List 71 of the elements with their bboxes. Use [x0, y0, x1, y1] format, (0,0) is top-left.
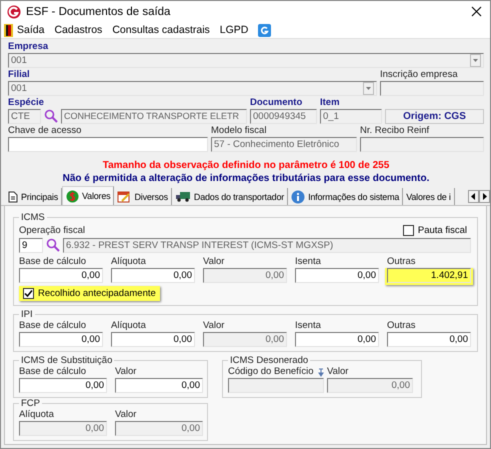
input-field[interactable]: 6.932 - PREST SERV TRANSP INTEREST (ICMS-ST MGXSP) — [63, 238, 471, 253]
field-label: Valor — [203, 320, 226, 332]
field-label: Operação fiscal — [19, 224, 86, 236]
menu-item[interactable]: Consultas cadastrais — [112, 24, 210, 36]
field-label: Base de cálculo — [19, 320, 88, 332]
money-icon — [66, 190, 80, 202]
input-field[interactable]: 0,00 — [387, 332, 471, 347]
field-label: Chave de acesso — [8, 125, 82, 137]
field-label: Item — [320, 97, 341, 109]
checkbox[interactable]: Pauta fiscal — [398, 223, 471, 238]
input-field[interactable]: 0,00 — [295, 332, 379, 347]
input-field[interactable]: 9 — [19, 238, 43, 253]
calendar-icon — [117, 190, 132, 203]
field-label: Código do Benefício — [228, 366, 314, 378]
field-label: Outras — [387, 320, 417, 332]
field-label: Valor — [115, 366, 138, 378]
field-label: Valor — [327, 366, 348, 378]
door-exit-icon — [4, 24, 13, 36]
warning-text: Tamanho da observação definido no parâmetro é 100 de 255 — [102, 160, 390, 172]
field-label: Inscrição empresa — [380, 69, 459, 81]
window-title: ESF - Documentos de saída — [26, 6, 172, 18]
field-label: Outras — [387, 256, 417, 268]
input-field[interactable]: 0,00 — [19, 268, 103, 283]
warning-text: Não é permitida a alteração de informações tributárias para esse documento. — [62, 173, 430, 185]
menu-item[interactable]: LGPD — [220, 24, 248, 36]
field-label: Base de cálculo — [19, 256, 88, 268]
input-field[interactable]: 0,00 — [295, 268, 379, 283]
field-label: Base de cálculo — [19, 366, 88, 378]
field-label: Isenta — [295, 256, 322, 268]
field-label: Isenta — [295, 320, 322, 332]
field-label: Filial — [8, 69, 31, 81]
checkbox[interactable]: Recolhido antecipadamente — [19, 286, 160, 301]
input-field[interactable]: 0,00 — [111, 332, 195, 347]
app-icon[interactable] — [258, 24, 272, 36]
app-logo-icon — [7, 4, 21, 18]
field-label: Espécie — [8, 97, 45, 109]
field-label: Alíquota — [111, 320, 147, 332]
search-icon[interactable] — [46, 238, 60, 252]
field-label: Alíquota — [111, 256, 147, 268]
field-label: Nr. Recibo Reinf — [360, 125, 430, 137]
group-title: ICMS Desonerado — [229, 355, 310, 366]
document-icon — [8, 190, 18, 202]
field-label: Alíquota — [19, 409, 55, 421]
input-field[interactable]: 0,00 — [19, 332, 103, 347]
group-title: ICMS de Substituição — [20, 355, 114, 366]
field-label: Modelo fiscal — [211, 125, 268, 137]
field-label: Empresa — [8, 41, 50, 53]
field-label: Documento — [250, 97, 304, 109]
input-field[interactable]: 0,00 — [115, 378, 203, 393]
input-field[interactable] — [8, 137, 208, 152]
checkmark-icon — [24, 289, 33, 298]
field-label: Valor — [115, 409, 138, 421]
field-label: Valor — [203, 256, 226, 268]
tab[interactable]: Valores de i — [403, 188, 455, 205]
group-title: FCP — [20, 398, 41, 409]
info-icon — [291, 190, 306, 204]
input-field[interactable]: 0,00 — [19, 378, 107, 393]
truck-icon — [174, 191, 191, 202]
tab[interactable]: Valores — [62, 186, 114, 205]
menu-item[interactable]: Cadastros — [54, 24, 102, 36]
group-title: IPI — [20, 309, 34, 320]
origin-label: Origem: CGS — [385, 109, 484, 124]
input-field[interactable]: 0,00 — [111, 268, 195, 283]
left-arrow-icon — [471, 192, 476, 200]
scroll-left-button[interactable] — [468, 190, 479, 202]
menu-item[interactable]: Saída — [4, 24, 44, 36]
right-arrow-icon — [482, 192, 487, 200]
group-title: ICMS — [20, 212, 46, 223]
input-field[interactable]: 1.402,91 — [387, 268, 471, 283]
search-icon[interactable] — [44, 109, 58, 123]
scroll-right-button[interactable] — [479, 190, 490, 202]
